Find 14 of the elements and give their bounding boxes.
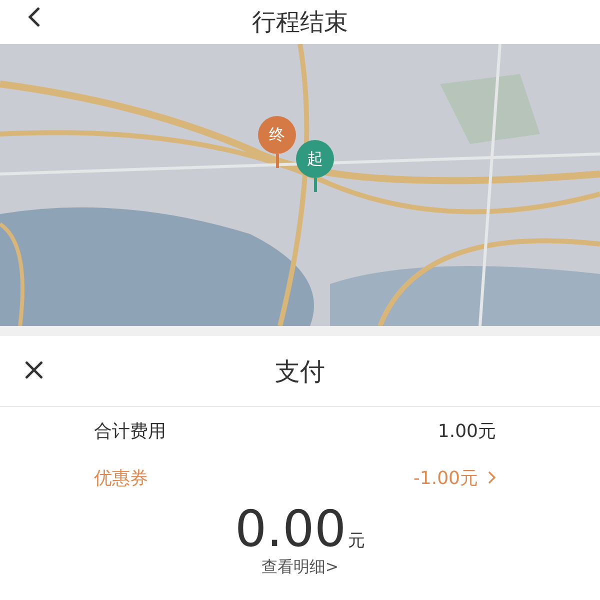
close-icon[interactable] — [24, 360, 44, 380]
back-icon[interactable] — [27, 6, 41, 28]
sheet-title: 支付 — [275, 356, 325, 388]
chevron-icon[interactable] — [488, 471, 496, 484]
fee-value: 1.00元 — [438, 420, 496, 442]
page-title: 行程结束 — [252, 7, 348, 38]
amount-due: 0.00 — [234, 501, 346, 557]
fee-value: -1.00元 — [413, 466, 478, 490]
view-details-link[interactable]: 查看明细> — [261, 557, 339, 578]
map-pin: 终 — [258, 116, 296, 168]
fee-label: 合计费用 — [94, 420, 166, 442]
map-pin: 起 — [296, 140, 334, 192]
currency-unit: 元 — [348, 530, 366, 552]
fee-label: 优惠券 — [94, 466, 148, 490]
